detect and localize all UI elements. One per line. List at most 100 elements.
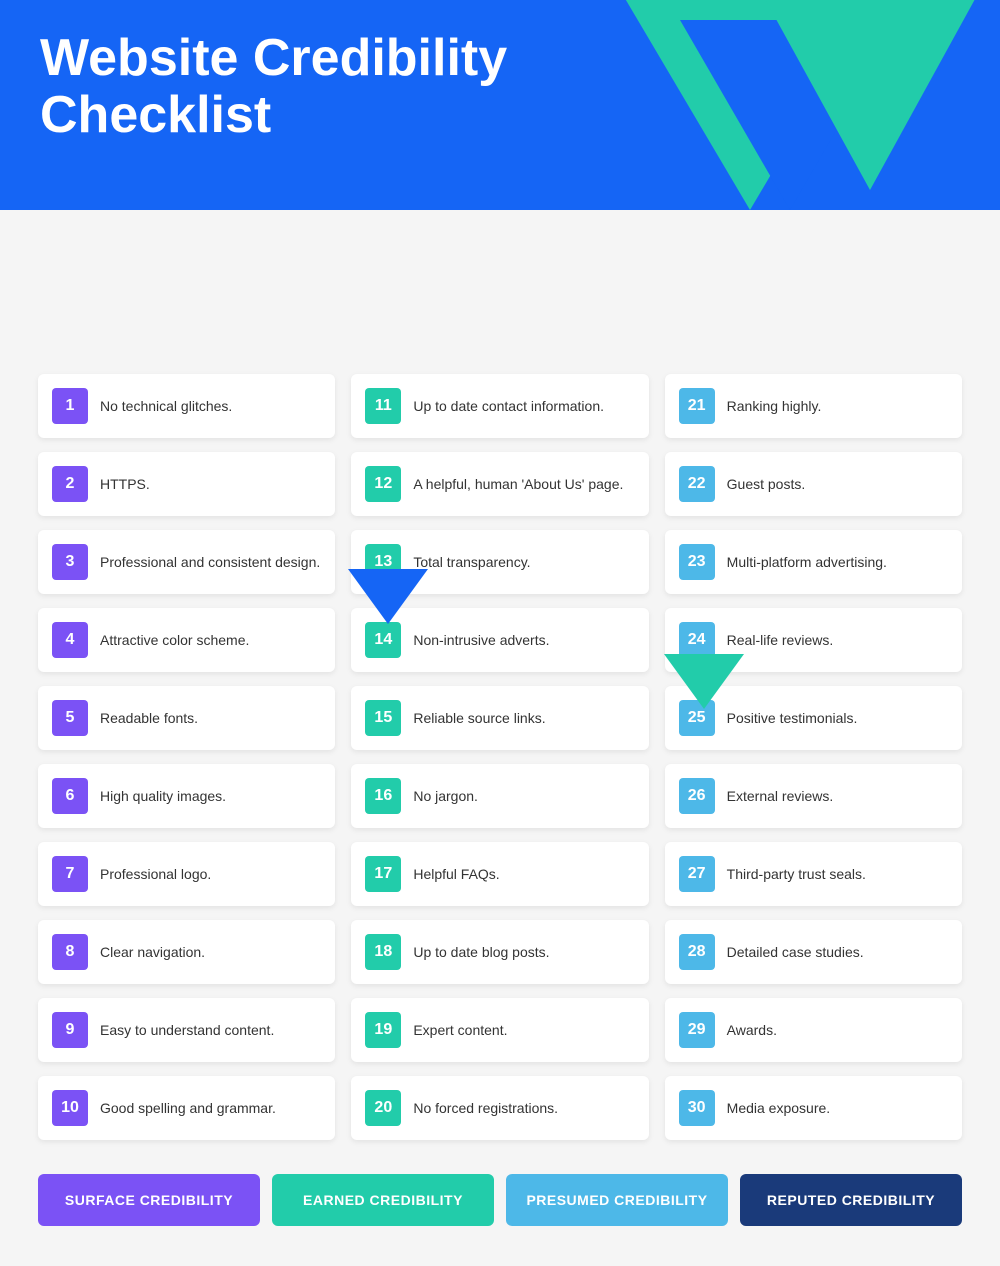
item-number: 26 [679, 778, 715, 814]
item-number: 1 [52, 388, 88, 424]
item-number: 6 [52, 778, 88, 814]
column-3: 21 Ranking highly. 22 Guest posts. 23 Multi-p… [657, 374, 970, 1154]
page-title: Website Credibility Checklist [40, 30, 1000, 144]
item-text: Non-intrusive adverts. [413, 632, 549, 648]
item-text: Readable fonts. [100, 710, 198, 726]
item-text: Detailed case studies. [727, 944, 864, 960]
footer-label: PRESUMED CREDIBILITY [506, 1174, 728, 1226]
title-line1: Website Credibility [40, 29, 507, 87]
item-number: 8 [52, 934, 88, 970]
item-number: 5 [52, 700, 88, 736]
item-text: Awards. [727, 1022, 777, 1038]
item-text: A helpful, human 'About Us' page. [413, 476, 623, 492]
item-number: 19 [365, 1012, 401, 1048]
item-text: Easy to understand content. [100, 1022, 274, 1038]
item-text: Ranking highly. [727, 398, 822, 414]
item-text: Multi-platform advertising. [727, 554, 887, 570]
item-number: 7 [52, 856, 88, 892]
item-number: 20 [365, 1090, 401, 1126]
item-text: Expert content. [413, 1022, 507, 1038]
list-item: 7 Professional logo. [38, 842, 335, 906]
item-number: 9 [52, 1012, 88, 1048]
title-line2: Checklist [40, 86, 271, 144]
list-item: 17 Helpful FAQs. [351, 842, 648, 906]
item-number: 16 [365, 778, 401, 814]
list-item: 20 No forced registrations. [351, 1076, 648, 1140]
item-text: Helpful FAQs. [413, 866, 499, 882]
list-item: 11 Up to date contact information. [351, 374, 648, 438]
item-text: Professional logo. [100, 866, 211, 882]
item-number: 27 [679, 856, 715, 892]
item-text: Good spelling and grammar. [100, 1100, 276, 1116]
list-item: 30 Media exposure. [665, 1076, 962, 1140]
item-text: Guest posts. [727, 476, 806, 492]
item-number: 17 [365, 856, 401, 892]
column-2: 11 Up to date contact information. 12 A hel… [343, 374, 656, 1154]
list-item: 16 No jargon. [351, 764, 648, 828]
list-item: 3 Professional and consistent design. [38, 530, 335, 594]
item-number: 4 [52, 622, 88, 658]
item-text: Up to date contact information. [413, 398, 604, 414]
list-item: 6 High quality images. [38, 764, 335, 828]
item-text: High quality images. [100, 788, 226, 804]
item-number: 11 [365, 388, 401, 424]
item-text: No forced registrations. [413, 1100, 558, 1116]
list-item: 27 Third-party trust seals. [665, 842, 962, 906]
item-text: No technical glitches. [100, 398, 232, 414]
item-number: 24 [679, 622, 715, 658]
item-text: Third-party trust seals. [727, 866, 866, 882]
item-text: External reviews. [727, 788, 834, 804]
list-item: 4 Attractive color scheme. [38, 608, 335, 672]
item-number: 14 [365, 622, 401, 658]
item-number: 3 [52, 544, 88, 580]
list-item: 26 External reviews. [665, 764, 962, 828]
item-text: No jargon. [413, 788, 478, 804]
item-text: Professional and consistent design. [100, 554, 320, 570]
item-number: 10 [52, 1090, 88, 1126]
list-item: 21 Ranking highly. [665, 374, 962, 438]
footer-label: REPUTED CREDIBILITY [740, 1174, 962, 1226]
list-item: 22 Guest posts. [665, 452, 962, 516]
footer-label: SURFACE CREDIBILITY [38, 1174, 260, 1226]
item-text: Attractive color scheme. [100, 632, 249, 648]
list-item: 19 Expert content. [351, 998, 648, 1062]
item-text: Media exposure. [727, 1100, 831, 1116]
item-text: Clear navigation. [100, 944, 205, 960]
list-item: 23 Multi-platform advertising. [665, 530, 962, 594]
item-number: 21 [679, 388, 715, 424]
item-text: Up to date blog posts. [413, 944, 549, 960]
column-1: 1 No technical glitches. 2 HTTPS. 3 Professio… [30, 374, 343, 1154]
list-item: 8 Clear navigation. [38, 920, 335, 984]
item-text: Reliable source links. [413, 710, 545, 726]
item-number: 28 [679, 934, 715, 970]
item-number: 12 [365, 466, 401, 502]
arrow-col2-col3 [664, 654, 744, 709]
item-number: 22 [679, 466, 715, 502]
item-number: 2 [52, 466, 88, 502]
list-item: 5 Readable fonts. [38, 686, 335, 750]
header-title-block: Website Credibility Checklist [0, 0, 1000, 144]
list-item: 12 A helpful, human 'About Us' page. [351, 452, 648, 516]
list-item: 28 Detailed case studies. [665, 920, 962, 984]
item-number: 29 [679, 1012, 715, 1048]
list-item: 1 No technical glitches. [38, 374, 335, 438]
item-number: 23 [679, 544, 715, 580]
footer-labels: SURFACE CREDIBILITYEARNED CREDIBILITYPRE… [30, 1154, 970, 1246]
item-number: 30 [679, 1090, 715, 1126]
list-item: 29 Awards. [665, 998, 962, 1062]
list-item: 18 Up to date blog posts. [351, 920, 648, 984]
item-text: Total transparency. [413, 554, 530, 570]
list-item: 15 Reliable source links. [351, 686, 648, 750]
list-item: 10 Good spelling and grammar. [38, 1076, 335, 1140]
main-content: 1 No technical glitches. 2 HTTPS. 3 Professio… [0, 144, 1000, 1266]
item-text: HTTPS. [100, 476, 150, 492]
item-text: Real-life reviews. [727, 632, 834, 648]
item-number: 15 [365, 700, 401, 736]
item-number: 18 [365, 934, 401, 970]
list-item: 9 Easy to understand content. [38, 998, 335, 1062]
item-text: Positive testimonials. [727, 710, 858, 726]
list-item: 2 HTTPS. [38, 452, 335, 516]
footer-label: EARNED CREDIBILITY [272, 1174, 494, 1226]
checklist-grid: 1 No technical glitches. 2 HTTPS. 3 Professio… [30, 374, 970, 1154]
arrow-col1-col2 [348, 569, 428, 624]
